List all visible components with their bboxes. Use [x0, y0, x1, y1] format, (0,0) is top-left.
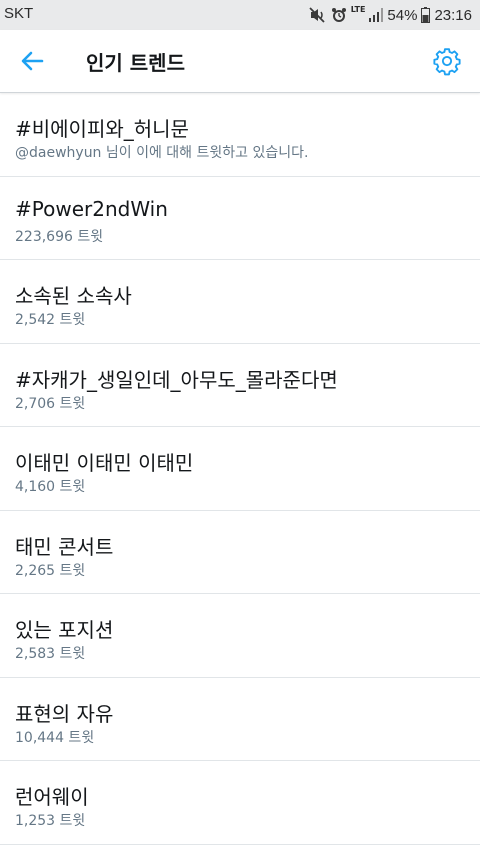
trend-meta: 2,542 트윗: [15, 312, 86, 328]
app-header: 인기 트렌드: [0, 30, 480, 93]
trend-name: #Power2ndWin: [15, 196, 168, 221]
trend-name: 표현의 자유: [15, 701, 114, 726]
trend-meta: @daewhyun 님이 이에 대해 트윗하고 있습니다.: [15, 145, 309, 161]
trend-item[interactable]: 표현의 자유 10,444 트윗: [0, 678, 480, 761]
gear-icon: [433, 48, 461, 76]
trend-meta: 223,696 트윗: [15, 228, 104, 245]
carrier-label: SKT: [4, 5, 34, 22]
back-button[interactable]: [18, 47, 48, 75]
trend-meta: 10,444 트윗: [15, 729, 95, 746]
trend-item[interactable]: 이태민 이태민 이태민 4,160 트윗: [0, 427, 480, 511]
trend-meta: 4,160 트윗: [15, 479, 86, 495]
trend-meta: 2,583 트윗: [15, 646, 86, 662]
signal-icon: [369, 8, 384, 22]
page-title: 인기 트렌드: [86, 51, 185, 75]
status-icons: LTE 54% 23:16: [309, 4, 472, 26]
trend-item[interactable]: 런어웨이 1,253 트윗: [0, 761, 480, 845]
alarm-icon: [331, 7, 347, 23]
battery-icon: [421, 7, 431, 23]
trend-name: 있는 포지션: [15, 618, 114, 642]
clock: 23:16: [434, 6, 472, 24]
lte-icon: LTE: [350, 5, 366, 14]
trend-name: 런어웨이: [15, 785, 89, 809]
trend-item[interactable]: #자캐가_생일인데_아무도_몰라준다면 2,706 트윗: [0, 344, 480, 427]
trend-item[interactable]: 소속된 소속사 2,542 트윗: [0, 260, 480, 344]
trend-item[interactable]: #Power2ndWin 223,696 트윗: [0, 177, 480, 260]
status-bar: SKT LTE 54% 23:16: [0, 0, 480, 30]
trend-item[interactable]: 있는 포지션 2,583 트윗: [0, 594, 480, 678]
trend-name: 태민 콘서트: [15, 534, 114, 559]
trend-item[interactable]: #비에이피와_허니문 @daewhyun 님이 이에 대해 트윗하고 있습니다.: [0, 93, 480, 177]
trend-item[interactable]: 태민 콘서트 2,265 트윗: [0, 511, 480, 594]
trend-meta: 2,706 트윗: [15, 395, 86, 412]
battery-percent: 54%: [387, 6, 418, 24]
trend-name: 이태민 이태민 이태민: [15, 451, 194, 475]
trend-name: #자캐가_생일인데_아무도_몰라준다면: [15, 367, 338, 392]
mute-icon: [309, 7, 327, 23]
arrow-left-icon: [21, 51, 44, 71]
trend-meta: 1,253 트윗: [15, 813, 86, 829]
trend-meta: 2,265 트윗: [15, 562, 86, 579]
trend-name: 소속된 소속사: [15, 284, 132, 308]
trend-list: #비에이피와_허니문 @daewhyun 님이 이에 대해 트윗하고 있습니다.…: [0, 93, 480, 845]
settings-button[interactable]: [432, 46, 462, 76]
trend-name: #비에이피와_허니문: [15, 117, 189, 141]
